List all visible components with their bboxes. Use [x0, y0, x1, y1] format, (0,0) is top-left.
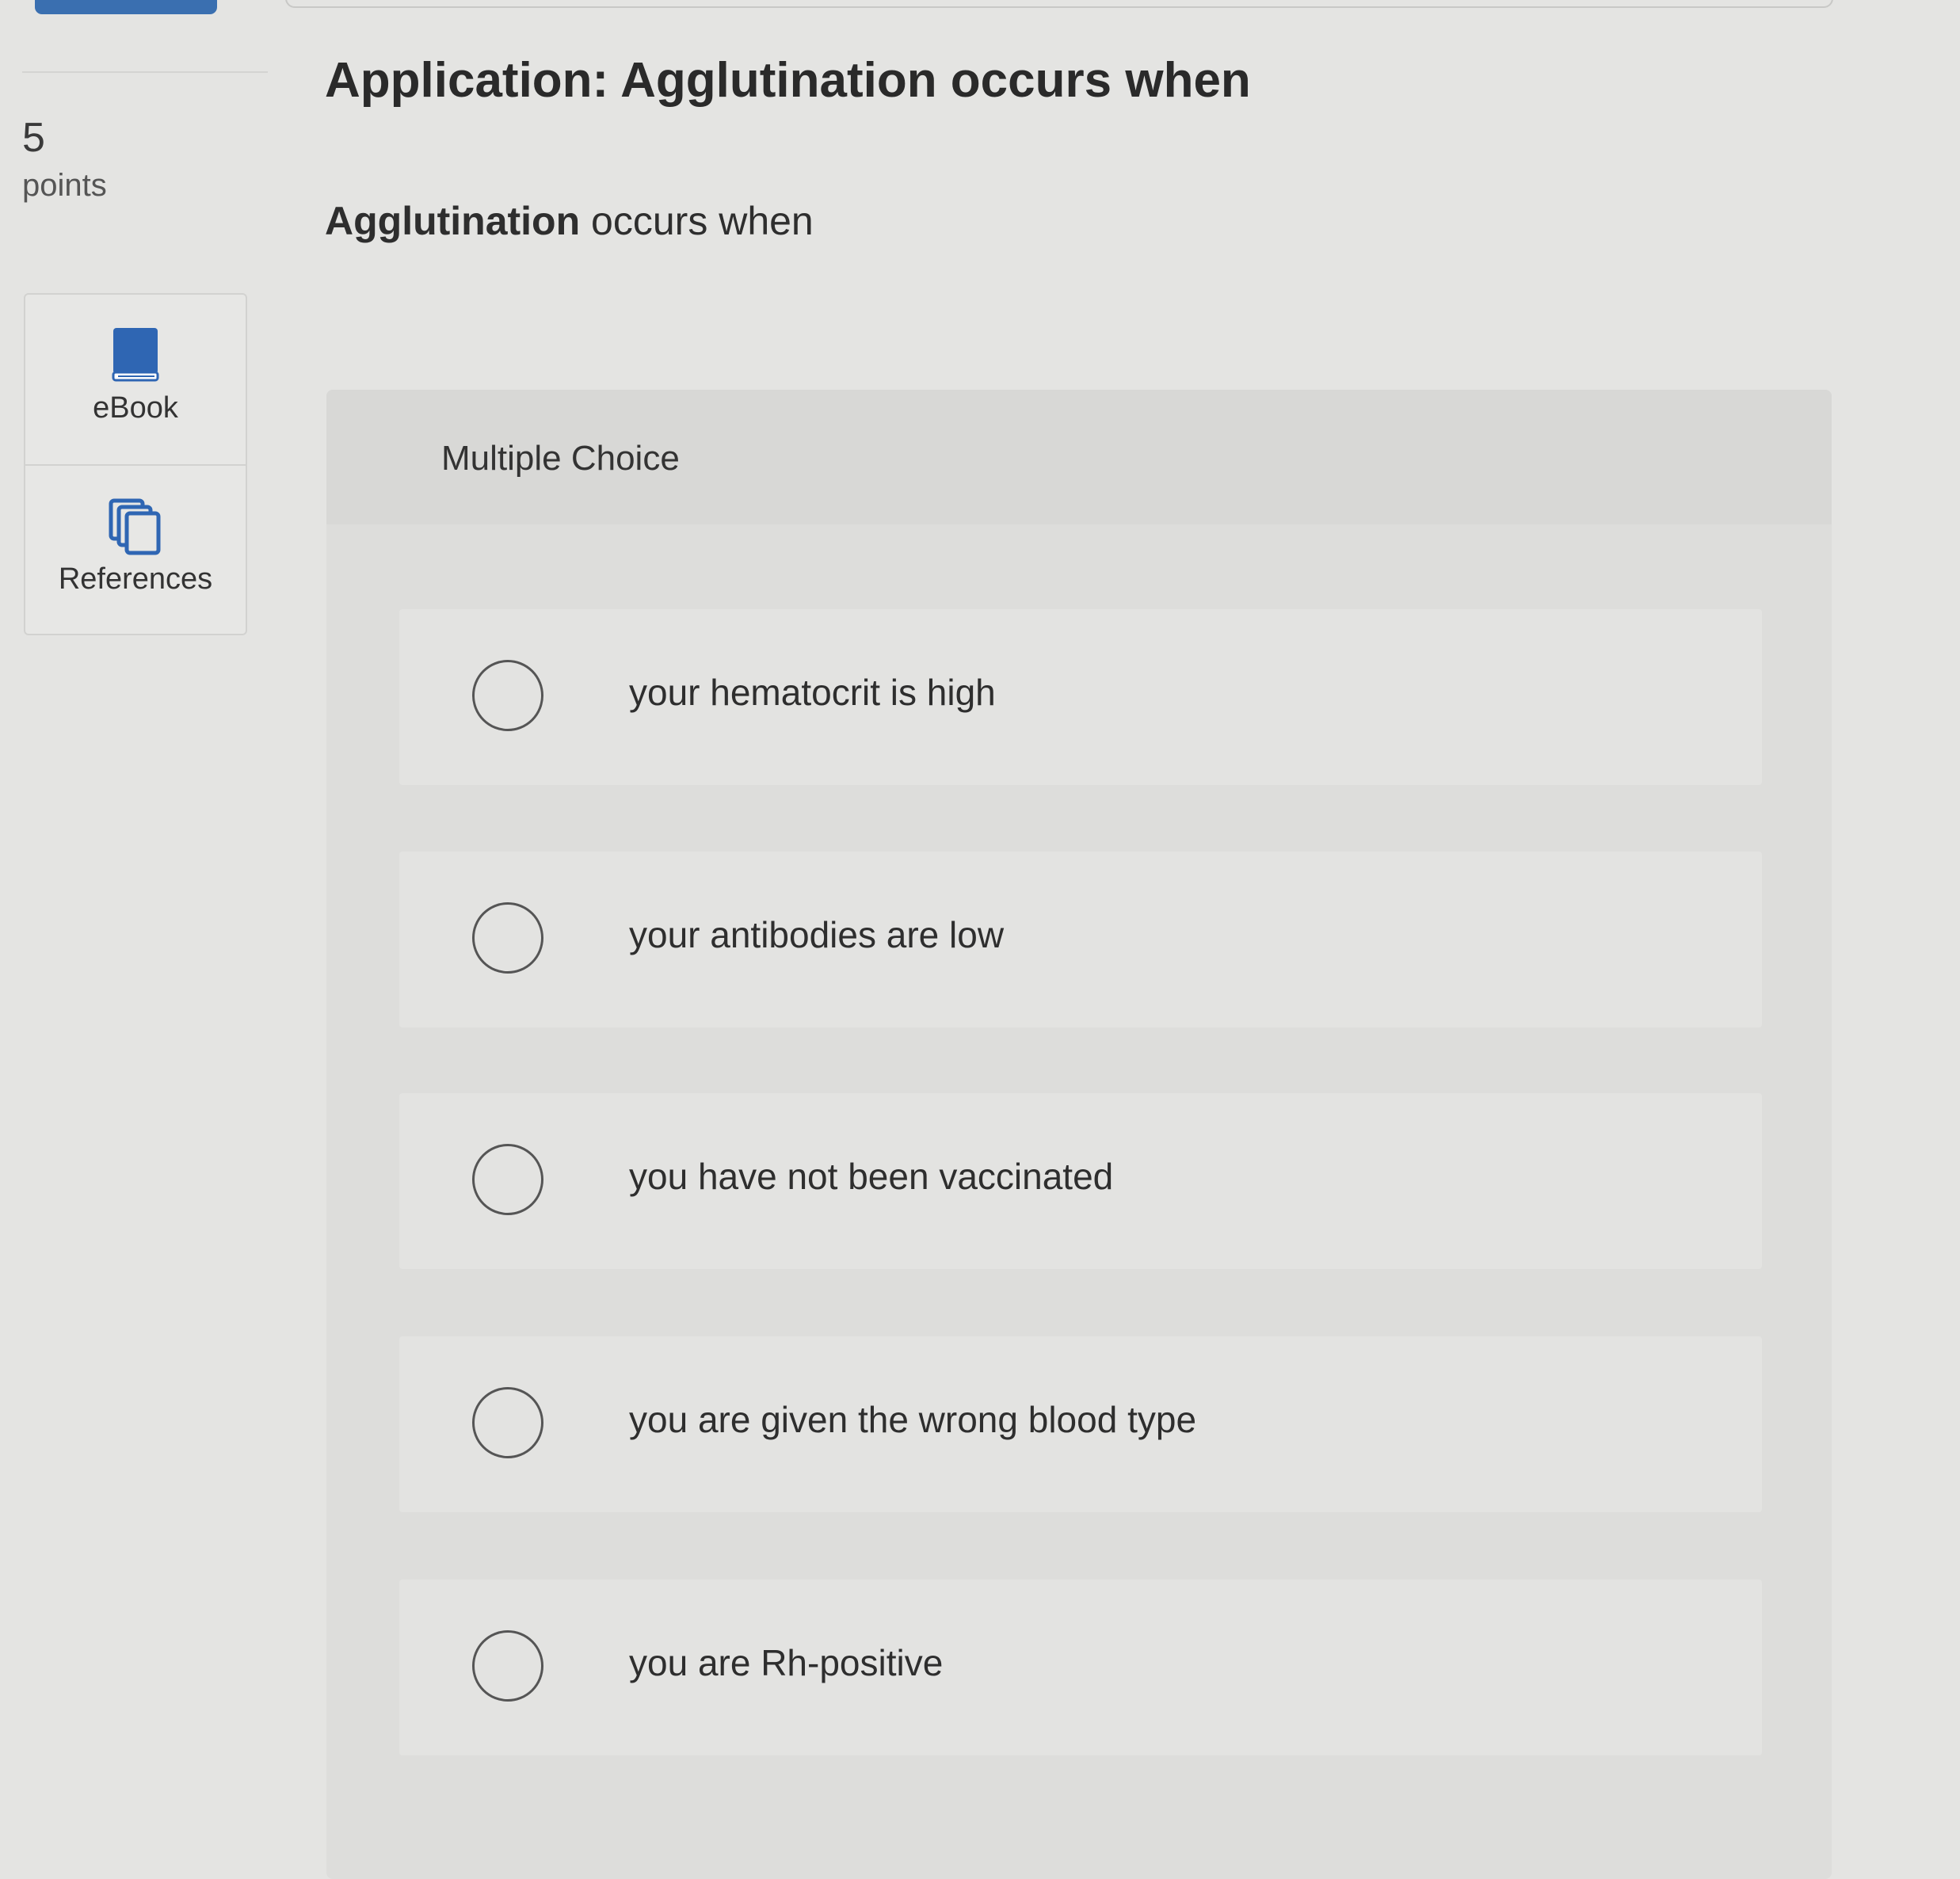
answer-option-text: your antibodies are low — [629, 914, 1005, 955]
tools-panel: eBook References — [24, 293, 247, 635]
radio-icon[interactable] — [472, 1144, 543, 1215]
question-prompt: Agglutination occurs when — [325, 198, 814, 244]
prompt-strong: Agglutination — [325, 199, 581, 243]
ebook-label: eBook — [93, 391, 178, 425]
multiple-choice-label: Multiple Choice — [441, 439, 680, 478]
answer-option-text: you have not been vaccinated — [629, 1156, 1114, 1197]
multiple-choice-card: Multiple Choice your hematocrit is high … — [326, 390, 1832, 1879]
points-value: 5 — [22, 115, 45, 161]
answer-option-text: your hematocrit is high — [629, 672, 996, 713]
ebook-button[interactable]: eBook — [25, 295, 246, 466]
copy-icon — [108, 497, 163, 560]
answer-option-3[interactable]: you have not been vaccinated — [399, 1093, 1762, 1269]
progress-indicator — [35, 0, 217, 14]
answer-option-4[interactable]: you are given the wrong blood type — [399, 1336, 1762, 1512]
previous-card-edge — [285, 0, 1833, 8]
answer-option-2[interactable]: your antibodies are low — [399, 852, 1762, 1027]
radio-icon[interactable] — [472, 660, 543, 731]
answer-option-5[interactable]: you are Rh-positive — [399, 1580, 1762, 1755]
radio-icon[interactable] — [472, 902, 543, 974]
answer-option-text: you are given the wrong blood type — [629, 1399, 1197, 1440]
left-divider — [22, 71, 268, 73]
points-label: points — [22, 168, 107, 203]
radio-icon[interactable] — [472, 1630, 543, 1702]
answer-option-text: you are Rh-positive — [629, 1642, 944, 1683]
answer-option-1[interactable]: your hematocrit is high — [399, 609, 1762, 785]
references-button[interactable]: References — [25, 466, 246, 635]
question-title: Application: Agglutination occurs when — [325, 53, 1251, 108]
radio-icon[interactable] — [472, 1387, 543, 1458]
book-icon — [110, 326, 161, 387]
prompt-rest: occurs when — [580, 199, 814, 243]
multiple-choice-header: Multiple Choice — [326, 390, 1832, 524]
references-label: References — [58, 562, 213, 596]
